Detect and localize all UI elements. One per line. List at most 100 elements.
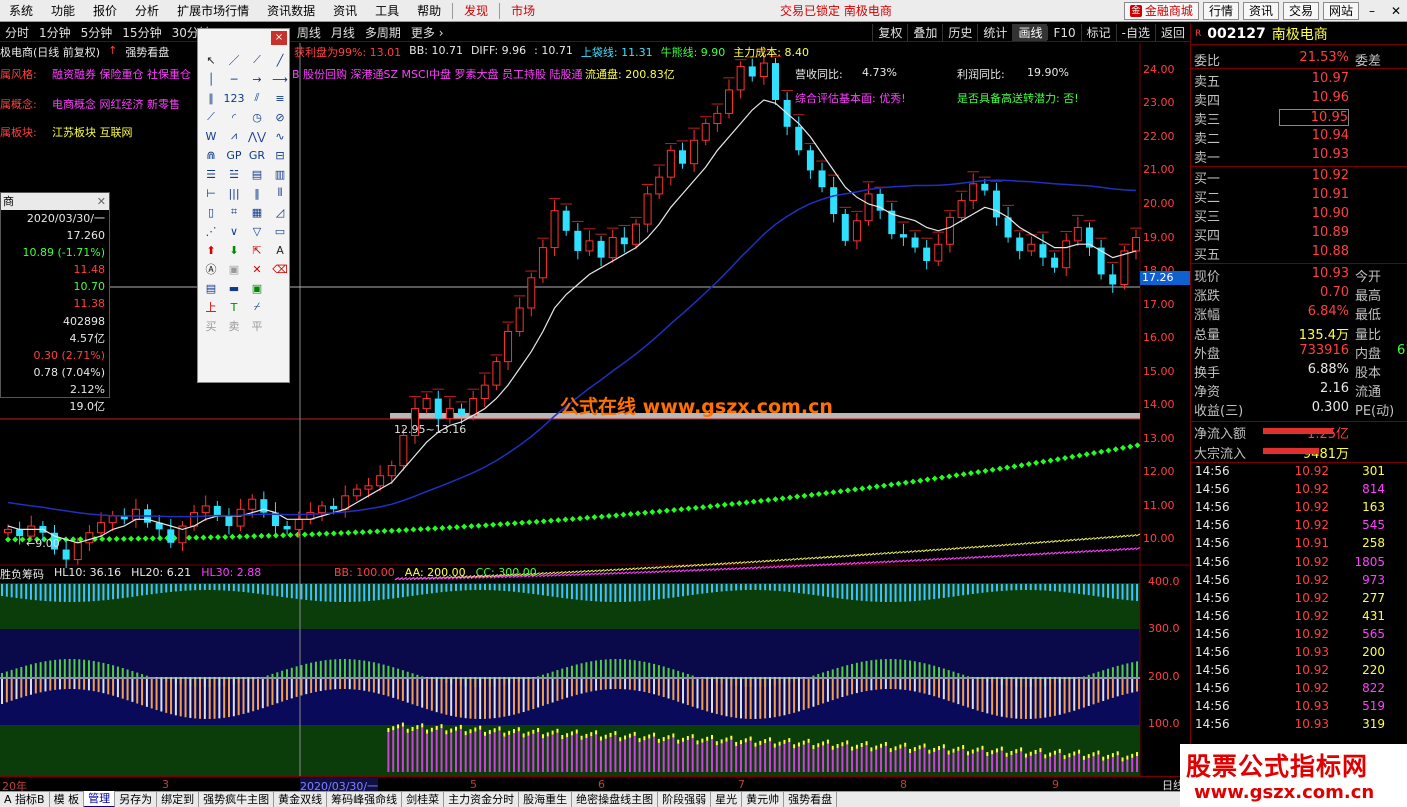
mark-tool-icon[interactable]: ⇱: [246, 241, 268, 259]
up-arrow-tool-icon[interactable]: ⬆: [200, 241, 222, 259]
menu-market[interactable]: 市场: [502, 0, 544, 22]
pointer-tool-icon[interactable]: ↖: [200, 51, 222, 69]
multi-line-tool-icon[interactable]: ≡: [269, 89, 291, 107]
vline-tool-icon[interactable]: │: [200, 70, 222, 88]
toolbox-close-icon[interactable]: ×: [271, 31, 287, 45]
bar-tool-icon[interactable]: ⊢: [200, 184, 222, 202]
website-button[interactable]: 网站: [1322, 2, 1359, 20]
gann-tool-icon[interactable]: ⌗: [223, 203, 245, 221]
menu-info[interactable]: 资讯: [324, 0, 366, 22]
buy-mark-tool-icon[interactable]: 上: [200, 298, 222, 316]
hray-tool-icon[interactable]: ⟶: [269, 70, 291, 88]
tool-overlay[interactable]: 叠加: [907, 24, 942, 41]
sub-indicator-name[interactable]: 胜负筹码: [0, 566, 44, 581]
fib2-tool-icon[interactable]: ☱: [223, 165, 245, 183]
gp-tool-icon[interactable]: GP: [223, 146, 245, 164]
buy-tool-icon[interactable]: 买: [200, 317, 222, 335]
fib4-tool-icon[interactable]: ▥: [269, 165, 291, 183]
ellipse-tool-icon[interactable]: ⊘: [269, 108, 291, 126]
fib3-tool-icon[interactable]: ▤: [246, 165, 268, 183]
sell-tool-icon[interactable]: 卖: [223, 317, 245, 335]
zigzag-tool-icon[interactable]: ⩘: [223, 127, 245, 145]
indicator-tab[interactable]: A 指标B: [0, 792, 50, 807]
tool-draw[interactable]: 画线: [1012, 24, 1048, 41]
hide-tool-icon[interactable]: ▣: [223, 260, 245, 278]
indicator-tab[interactable]: 股海重生: [519, 792, 573, 807]
indicator-tab[interactable]: 黄金双线: [274, 792, 328, 807]
period-1min[interactable]: 1分钟: [34, 24, 76, 41]
menu-info-data[interactable]: 资讯数据: [258, 0, 324, 22]
menu-ext-market[interactable]: 扩展市场行情: [168, 0, 258, 22]
cycle-tool-icon[interactable]: ⋒: [200, 146, 222, 164]
indicator-tab[interactable]: 阶段强弱: [658, 792, 712, 807]
gr-tool-icon[interactable]: GR: [246, 146, 268, 164]
text-box-tool-icon[interactable]: Ⓐ: [200, 260, 222, 278]
tool-f10[interactable]: F10: [1047, 25, 1080, 40]
down-arrow-tool-icon[interactable]: ⬇: [223, 241, 245, 259]
menu-analysis[interactable]: 分析: [126, 0, 168, 22]
parallel-tool-icon[interactable]: ∥: [200, 89, 222, 107]
period-more[interactable]: 更多 ›: [406, 24, 449, 41]
close-icon[interactable]: ✕: [1385, 2, 1407, 20]
circle-tool-icon[interactable]: ◷: [246, 108, 268, 126]
delete-tool-icon[interactable]: ✕: [246, 260, 268, 278]
ray-tool-icon[interactable]: ⟋: [246, 51, 268, 69]
fib-tool-icon[interactable]: ☰: [200, 165, 222, 183]
menu-function[interactable]: 功能: [42, 0, 84, 22]
menu-discover[interactable]: 发现: [455, 0, 497, 22]
flat-tool-icon[interactable]: 平: [246, 317, 268, 335]
indicator-tab[interactable]: 星光: [711, 792, 743, 807]
indicator-tab[interactable]: 绝密操盘线主图: [572, 792, 659, 807]
period-multi[interactable]: 多周期: [360, 24, 406, 41]
eraser-tool-icon[interactable]: ⌫: [269, 260, 291, 278]
line-tool-icon[interactable]: ／: [223, 51, 245, 69]
grid-tool-icon[interactable]: ▦: [246, 203, 268, 221]
mall-button[interactable]: 金金融商城: [1123, 2, 1199, 20]
quote-panel-close-icon[interactable]: ✕: [97, 193, 106, 210]
menu-help[interactable]: 帮助: [408, 0, 450, 22]
save-tool-icon[interactable]: ▣: [246, 279, 268, 297]
arc-tool-icon[interactable]: ◜: [223, 108, 245, 126]
wave3-tool-icon[interactable]: ∿: [269, 127, 291, 145]
box-tool-icon[interactable]: ▯: [200, 203, 222, 221]
tool-mark[interactable]: 标记: [1080, 24, 1116, 41]
time3-tool-icon[interactable]: ⦀: [269, 184, 291, 202]
period-monthly[interactable]: 月线: [326, 24, 360, 41]
fan-tool-icon[interactable]: ⟋: [200, 108, 222, 126]
down-tool-icon[interactable]: ∨: [223, 222, 245, 240]
flat-mark-tool-icon[interactable]: ⌿: [246, 298, 268, 316]
minimize-icon[interactable]: –: [1361, 2, 1383, 20]
number-tool-icon[interactable]: 123: [223, 89, 245, 107]
indicator-tab[interactable]: 管理: [84, 791, 116, 807]
indicator-tab[interactable]: 另存为: [115, 792, 158, 807]
tool-adjust[interactable]: 复权: [872, 24, 907, 41]
indicator-tab[interactable]: 强势看盘: [784, 792, 838, 807]
triangle-tool-icon[interactable]: ▽: [246, 222, 268, 240]
indicator-tab[interactable]: 模 板: [50, 792, 85, 807]
arrow-line-tool-icon[interactable]: →: [246, 70, 268, 88]
indicator-name[interactable]: 强势看盘: [125, 44, 169, 59]
sell-mark-tool-icon[interactable]: T: [223, 298, 245, 316]
angle-tool-icon[interactable]: ◿: [269, 203, 291, 221]
period-weekly[interactable]: 周线: [292, 24, 326, 41]
gann-fan-tool-icon[interactable]: ⋰: [200, 222, 222, 240]
menu-system[interactable]: 系统: [0, 0, 42, 22]
segment-tool-icon[interactable]: ╱: [269, 51, 291, 69]
indicator-tab[interactable]: 剑桂菜: [402, 792, 445, 807]
time2-tool-icon[interactable]: ‖: [246, 184, 268, 202]
news-button[interactable]: 资讯: [1242, 2, 1279, 20]
period-intraday[interactable]: 分时: [0, 24, 34, 41]
text-tool-icon[interactable]: A: [269, 241, 291, 259]
indicator-tab[interactable]: 强势疯牛主图: [199, 792, 275, 807]
tool-back[interactable]: 返回: [1154, 24, 1190, 41]
list-tool-icon[interactable]: ▤: [200, 279, 222, 297]
trade-button[interactable]: 交易: [1282, 2, 1319, 20]
indicator-tab[interactable]: 筹码峰强命线: [327, 792, 403, 807]
wave2-tool-icon[interactable]: ⋀⋁: [246, 127, 268, 145]
menu-quote[interactable]: 报价: [84, 0, 126, 22]
tool-history[interactable]: 历史: [942, 24, 977, 41]
quote-button[interactable]: 行情: [1202, 2, 1239, 20]
period-15min[interactable]: 15分钟: [117, 24, 166, 41]
indicator-tab[interactable]: 绑定到: [157, 792, 200, 807]
ruler-tool-icon[interactable]: ▬: [223, 279, 245, 297]
